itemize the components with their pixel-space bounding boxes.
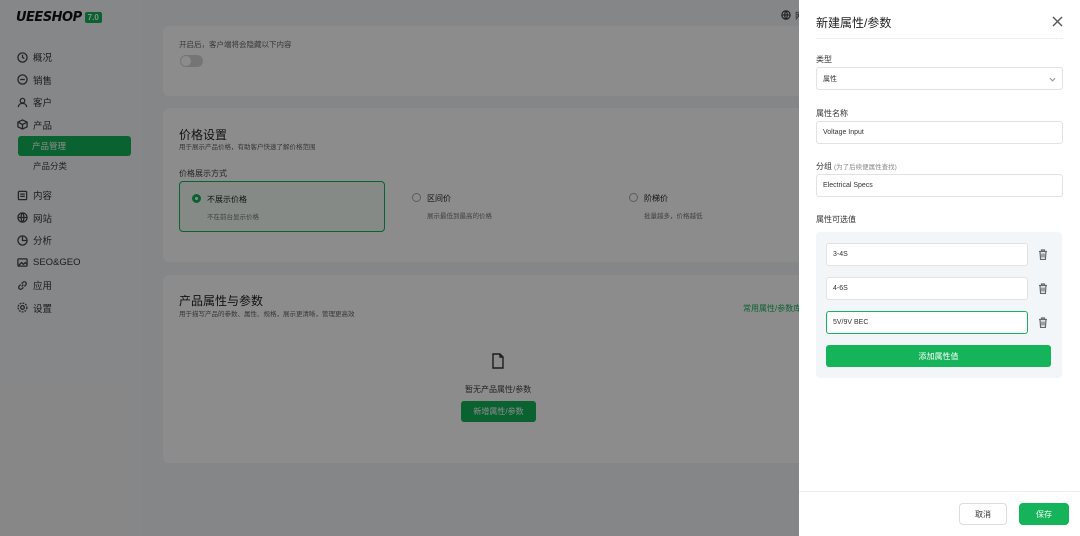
- drawer-title: 新建属性/参数: [816, 16, 892, 30]
- value-input[interactable]: 5V/9V BEC: [826, 311, 1028, 334]
- divider: [816, 38, 1063, 39]
- attribute-name-input[interactable]: Voltage Input: [816, 121, 1063, 144]
- value-input[interactable]: 3-4S: [826, 243, 1028, 266]
- values-label: 属性可选值: [816, 215, 856, 224]
- trash-icon[interactable]: [1038, 283, 1048, 295]
- group-label: 分组 (为了后续便属性查找): [816, 161, 897, 172]
- values-panel: 3-4S 4-6S 5V/9V BEC 添加属性值: [816, 232, 1062, 378]
- value-text: 5V/9V BEC: [833, 319, 869, 326]
- chevron-down-icon: [1049, 76, 1056, 83]
- type-label: 类型: [816, 55, 832, 64]
- cancel-button[interactable]: 取消: [959, 503, 1007, 525]
- name-label: 属性名称: [816, 109, 848, 118]
- group-input[interactable]: Electrical Specs: [816, 174, 1063, 197]
- add-value-button[interactable]: 添加属性值: [826, 345, 1051, 367]
- group-value: Electrical Specs: [823, 182, 873, 189]
- value-row: 3-4S: [826, 243, 1052, 266]
- group-label-text: 分组: [816, 162, 832, 171]
- new-attribute-drawer: 新建属性/参数 类型 属性 属性名称 Voltage Input 分组 (为了后续…: [799, 0, 1080, 536]
- trash-icon[interactable]: [1038, 317, 1048, 329]
- value-text: 3-4S: [833, 251, 848, 258]
- value-row: 5V/9V BEC: [826, 311, 1052, 334]
- group-label-note: (为了后续便属性查找): [834, 164, 897, 171]
- type-select[interactable]: 属性: [816, 67, 1063, 90]
- close-icon[interactable]: [1052, 16, 1063, 27]
- value-row: 4-6S: [826, 277, 1052, 300]
- type-value: 属性: [823, 75, 837, 83]
- attribute-name-value: Voltage Input: [823, 129, 864, 136]
- divider: [799, 491, 1080, 492]
- trash-icon[interactable]: [1038, 249, 1048, 261]
- value-input[interactable]: 4-6S: [826, 277, 1028, 300]
- value-text: 4-6S: [833, 285, 848, 292]
- save-button[interactable]: 保存: [1019, 503, 1069, 525]
